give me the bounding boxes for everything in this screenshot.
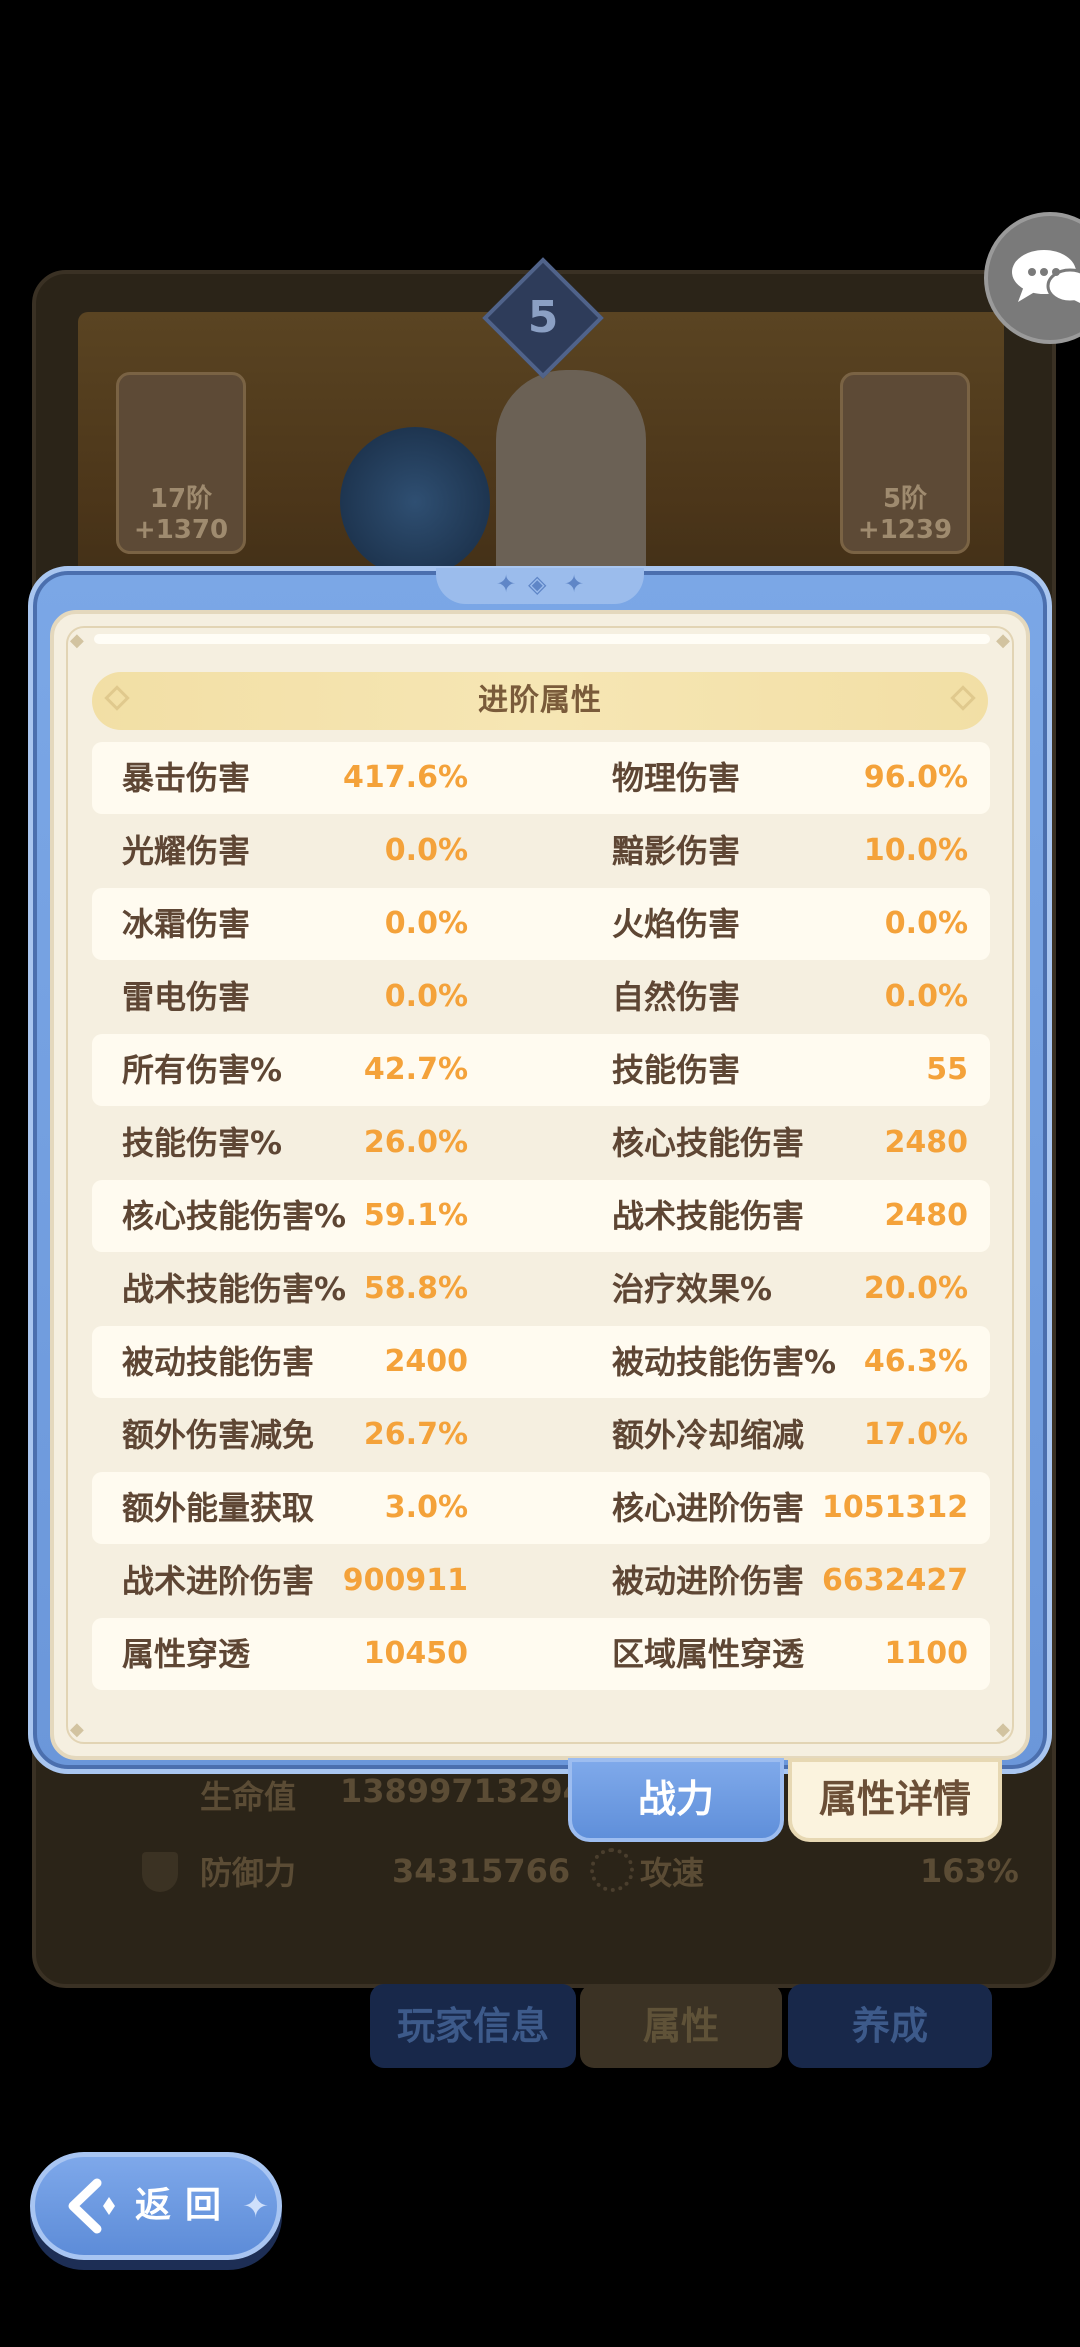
stat-value-right: 6632427 bbox=[822, 1563, 969, 1598]
tab-power[interactable]: 战力 bbox=[568, 1758, 784, 1842]
level-badge-number: 5 bbox=[527, 292, 559, 343]
stat-value-right: 96.0% bbox=[863, 760, 968, 795]
stat-value-right: 1051312 bbox=[822, 1490, 969, 1525]
popup-top-ornament: ✦ ◈ ✦ bbox=[436, 568, 644, 604]
stat-label-right: 治疗效果% bbox=[612, 1270, 773, 1308]
stat-row: 战术技能伤害% 58.8% 治疗效果% 20.0% bbox=[92, 1253, 990, 1325]
stat-value-left: 59.1% bbox=[363, 1198, 468, 1233]
tab-cultivation[interactable]: 养成 bbox=[788, 1984, 992, 2068]
stat-value-right: 17.0% bbox=[863, 1417, 968, 1452]
stat-label-right: 被动进阶伤害 bbox=[612, 1562, 805, 1600]
stat-value-left: 417.6% bbox=[343, 760, 468, 795]
stat-value-left: 900911 bbox=[342, 1563, 468, 1598]
stat-row: 额外能量获取 3.0% 核心进阶伤害 1051312 bbox=[92, 1472, 990, 1544]
popup-top-strip bbox=[94, 634, 990, 644]
stat-row: 光耀伤害 0.0% 黯影伤害 10.0% bbox=[92, 815, 990, 887]
shield-icon bbox=[142, 1852, 178, 1892]
stat-label-right: 火焰伤害 bbox=[612, 905, 741, 943]
section-header: 进阶属性 bbox=[92, 672, 988, 730]
left-equipment-slot: 17阶+1370 bbox=[116, 372, 246, 554]
bg-stat-def-value: 34315766 bbox=[392, 1852, 571, 1890]
stat-value-left: 26.7% bbox=[363, 1417, 468, 1452]
stat-value-right: 1100 bbox=[884, 1636, 969, 1671]
stat-value-left: 26.0% bbox=[363, 1125, 468, 1160]
stat-label-left: 战术进阶伤害 bbox=[122, 1562, 315, 1600]
stat-value-left: 42.7% bbox=[363, 1052, 468, 1087]
stat-label-right: 技能伤害 bbox=[612, 1051, 741, 1089]
stat-value-right: 2480 bbox=[884, 1125, 969, 1160]
stat-value-right: 10.0% bbox=[863, 833, 968, 868]
stat-label-right: 额外冷却缩减 bbox=[612, 1416, 805, 1454]
stat-label-right: 战术技能伤害 bbox=[612, 1197, 805, 1235]
stat-row: 冰霜伤害 0.0% 火焰伤害 0.0% bbox=[92, 888, 990, 960]
right-equipment-label: 5阶+1239 bbox=[857, 484, 953, 545]
stat-label-left: 战术技能伤害% bbox=[122, 1270, 347, 1308]
stat-value-left: 10450 bbox=[363, 1636, 468, 1671]
bg-stat-def-label: 防御力 bbox=[200, 1854, 297, 1892]
stat-value-right: 0.0% bbox=[884, 979, 968, 1014]
sparkle-icon: ✦ bbox=[242, 2187, 269, 2225]
attack-speed-icon bbox=[590, 1848, 634, 1892]
stat-value-left: 2400 bbox=[384, 1344, 469, 1379]
section-title: 进阶属性 bbox=[478, 683, 602, 718]
stat-label-left: 被动技能伤害 bbox=[122, 1343, 315, 1381]
stat-label-left: 核心技能伤害% bbox=[122, 1197, 347, 1235]
stat-value-right: 2480 bbox=[884, 1198, 969, 1233]
stat-value-right: 46.3% bbox=[863, 1344, 968, 1379]
stat-label-right: 核心技能伤害 bbox=[612, 1124, 805, 1162]
right-equipment-slot: 5阶+1239 bbox=[840, 372, 970, 554]
back-arrow-icon bbox=[68, 2178, 115, 2234]
stat-row: 暴击伤害 417.6% 物理伤害 96.0% bbox=[92, 742, 990, 814]
stat-label-left: 额外能量获取 bbox=[122, 1489, 315, 1527]
stat-value-left: 58.8% bbox=[363, 1271, 468, 1306]
stat-label-left: 冰霜伤害 bbox=[122, 905, 251, 943]
stat-row: 属性穿透 10450 区域属性穿透 1100 bbox=[92, 1618, 990, 1690]
chat-bubbles-icon bbox=[1012, 250, 1080, 304]
tab-attribute-details[interactable]: 属性详情 bbox=[788, 1758, 1002, 1842]
bg-stat-speed-value: 163% bbox=[920, 1852, 1019, 1890]
stat-row: 额外伤害减免 26.7% 额外冷却缩减 17.0% bbox=[92, 1399, 990, 1471]
stat-value-left: 0.0% bbox=[384, 906, 468, 941]
stat-label-left: 暴击伤害 bbox=[122, 759, 251, 797]
stat-row: 所有伤害% 42.7% 技能伤害 55 bbox=[92, 1034, 990, 1106]
stat-value-right: 0.0% bbox=[884, 906, 968, 941]
stat-row: 被动技能伤害 2400 被动技能伤害% 46.3% bbox=[92, 1326, 990, 1398]
stat-value-right: 55 bbox=[926, 1052, 968, 1087]
stat-row: 核心技能伤害% 59.1% 战术技能伤害 2480 bbox=[92, 1180, 990, 1252]
left-equipment-label: 17阶+1370 bbox=[133, 484, 229, 545]
stat-row: 战术进阶伤害 900911 被动进阶伤害 6632427 bbox=[92, 1545, 990, 1617]
stat-label-left: 光耀伤害 bbox=[122, 832, 251, 870]
back-button-label: 返回 bbox=[135, 2185, 236, 2226]
stat-value-right: 20.0% bbox=[863, 1271, 968, 1306]
stat-value-left: 0.0% bbox=[384, 979, 468, 1014]
stat-value-left: 0.0% bbox=[384, 833, 468, 868]
tab-attributes[interactable]: 属性 bbox=[580, 1984, 782, 2068]
stat-label-left: 所有伤害% bbox=[122, 1051, 283, 1089]
stat-label-left: 额外伤害减免 bbox=[122, 1416, 315, 1454]
back-button[interactable]: 返回 ✦ bbox=[30, 2152, 282, 2260]
stat-label-right: 核心进阶伤害 bbox=[612, 1489, 805, 1527]
bg-stat-speed-label: 攻速 bbox=[640, 1854, 705, 1892]
stat-value-left: 3.0% bbox=[384, 1490, 468, 1525]
stat-row: 技能伤害% 26.0% 核心技能伤害 2480 bbox=[92, 1107, 990, 1179]
stat-label-left: 雷电伤害 bbox=[122, 978, 251, 1016]
stat-label-right: 黯影伤害 bbox=[612, 832, 741, 870]
stat-label-right: 被动技能伤害% bbox=[612, 1343, 837, 1381]
stat-label-left: 技能伤害% bbox=[122, 1124, 283, 1162]
stat-label-left: 属性穿透 bbox=[122, 1635, 251, 1673]
tab-player-info[interactable]: 玩家信息 bbox=[370, 1984, 576, 2068]
bg-stat-hp-label: 生命值 bbox=[200, 1778, 297, 1816]
stat-label-right: 自然伤害 bbox=[612, 978, 741, 1016]
stat-label-right: 区域属性穿透 bbox=[612, 1635, 805, 1673]
stat-label-right: 物理伤害 bbox=[612, 759, 741, 797]
stat-row: 雷电伤害 0.0% 自然伤害 0.0% bbox=[92, 961, 990, 1033]
orb-image bbox=[340, 427, 490, 577]
